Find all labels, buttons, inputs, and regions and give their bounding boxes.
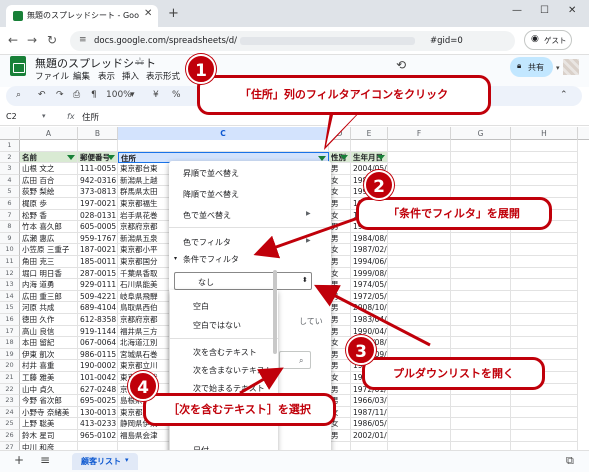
callout-3-box: プルダウンリストを開く: [362, 357, 545, 390]
callout-2-number: 2: [364, 170, 394, 200]
callout-1-number: 1: [186, 54, 216, 84]
callout-4-arrow: [239, 367, 284, 395]
callout-4-box: ［次を含むテキスト］を選択: [143, 393, 336, 426]
callout-3-number: 3: [346, 335, 376, 365]
callout-4-number: 4: [128, 371, 158, 401]
callout-2-box: 「条件でフィルタ」を展開: [356, 197, 552, 230]
callout-1-box: 「住所」列のフィルタアイコンをクリック: [197, 75, 491, 115]
callout-2-arrow: [253, 216, 359, 259]
callout-3-arrow: [314, 284, 431, 347]
